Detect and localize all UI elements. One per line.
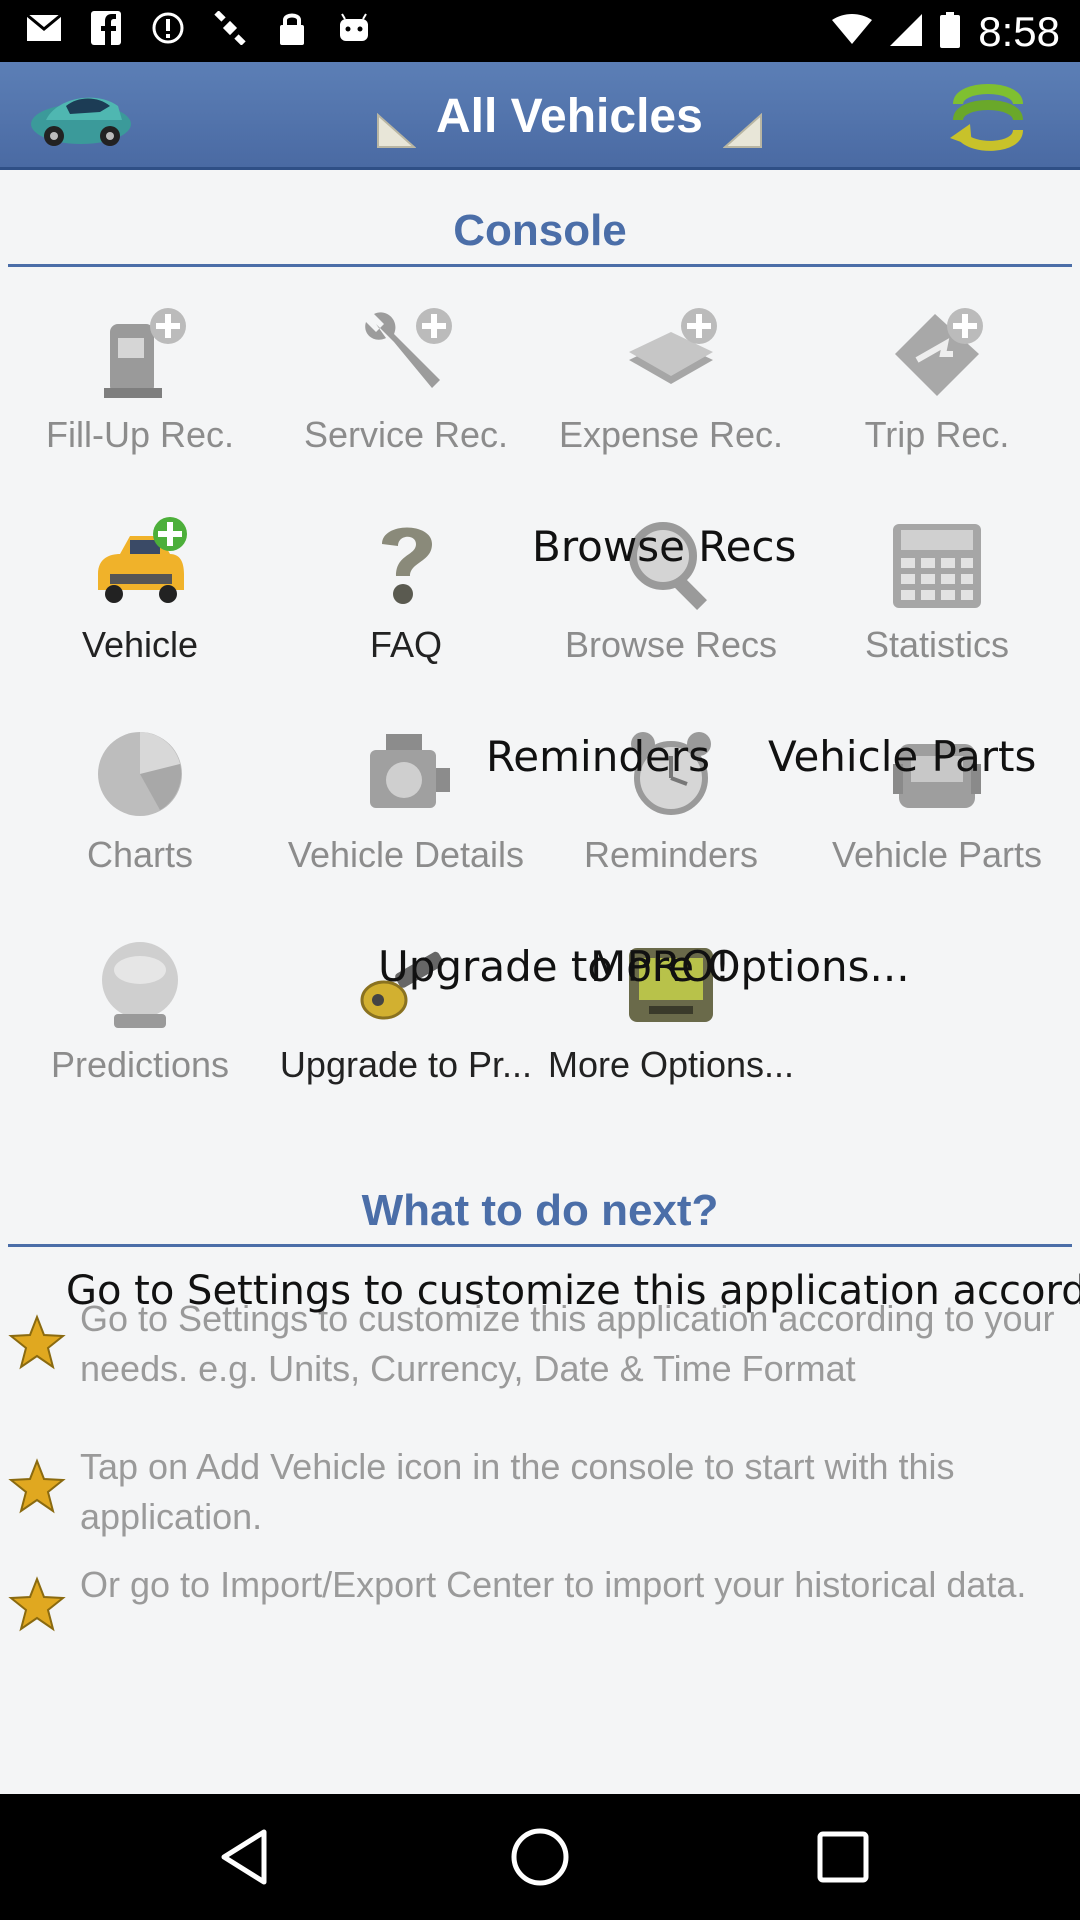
tile-service-rec[interactable]: Service Rec. [271, 290, 541, 490]
car-icon[interactable] [26, 76, 136, 156]
battery-icon [940, 11, 961, 53]
star-icon [8, 1458, 66, 1514]
trip-add-icon [895, 308, 983, 396]
mail-icon [26, 10, 62, 46]
tile-label: Vehicle Parts [831, 834, 1043, 875]
next-vehicle-icon[interactable] [722, 112, 763, 149]
tile-charts[interactable]: Charts [5, 710, 275, 910]
android-icon [336, 10, 372, 46]
back-icon[interactable] [212, 1824, 278, 1890]
settings-tip-tooltip: Go to Settings to customize this applica… [66, 1268, 1080, 1314]
console-title: Console [453, 206, 627, 255]
browse-recs-tooltip: Browse Recs [532, 522, 797, 571]
satellite-icon [212, 10, 248, 46]
star-icon [8, 1314, 66, 1370]
tile-predictions[interactable]: Predictions [5, 920, 275, 1120]
vehicle-parts-tooltip: Vehicle Parts [768, 732, 1037, 781]
tip-text: Or go to Import/Export Center to import … [80, 1564, 1027, 1605]
tile-label: FAQ [369, 624, 443, 665]
fuel-pump-add-icon [104, 308, 186, 398]
pie-chart-icon [98, 732, 182, 816]
tile-vehicle[interactable]: Vehicle [5, 500, 275, 700]
tile-expense-rec[interactable]: Expense Rec. [536, 290, 806, 490]
refresh-icon[interactable] [948, 74, 1028, 158]
tile-label: Statistics [864, 624, 1010, 665]
tip-text: Tap on Add Vehicle icon in the console t… [80, 1446, 955, 1537]
alert-icon [150, 10, 186, 46]
tile-trip-rec[interactable]: Trip Rec. [802, 290, 1072, 490]
engine-icon [370, 734, 450, 808]
tile-fill-up-rec[interactable]: Fill-Up Rec. [5, 290, 275, 490]
tile-label: Trip Rec. [864, 414, 1010, 455]
crystal-ball-icon [102, 942, 178, 1028]
vehicle-title: All Vehicles [436, 89, 703, 143]
app-bar: All Vehicles [0, 62, 1080, 170]
tile-label: Vehicle [81, 624, 199, 665]
tile-label: Vehicle Details [287, 834, 525, 875]
money-add-icon [629, 308, 717, 384]
navigation-bar [0, 1794, 1080, 1920]
prev-vehicle-icon[interactable] [376, 112, 417, 149]
console-divider [8, 264, 1072, 267]
status-icons [26, 10, 372, 46]
lock-icon [274, 10, 310, 46]
tile-label: Expense Rec. [558, 414, 784, 455]
tile-faq[interactable]: FAQ [271, 500, 541, 700]
more-options-tooltip: More Options... [590, 942, 910, 991]
reminders-tooltip: Reminders [486, 732, 710, 781]
tile-label: Fill-Up Rec. [45, 414, 234, 455]
next-divider [8, 1244, 1072, 1247]
vehicle-selector[interactable]: All Vehicles [376, 76, 763, 156]
signal-icon [890, 13, 923, 51]
facebook-icon [88, 10, 124, 46]
home-icon[interactable] [507, 1824, 573, 1890]
star-icon [8, 1576, 66, 1632]
next-title: What to do next? [361, 1186, 719, 1235]
status-bar: 8:58 [0, 0, 1080, 62]
wrench-add-icon [365, 308, 452, 388]
recents-icon[interactable] [810, 1824, 876, 1890]
vehicle-add-icon [98, 517, 187, 603]
clock: 8:58 [978, 8, 1060, 55]
tile-label: Browse Recs [564, 624, 778, 665]
tile-label: Predictions [50, 1044, 230, 1085]
tile-label: Charts [86, 834, 194, 875]
wifi-icon [832, 13, 873, 51]
question-icon [382, 527, 432, 604]
status-right: 8:58 [832, 8, 1060, 56]
tile-label: Upgrade to Pr... [279, 1044, 533, 1085]
tile-label: Reminders [583, 834, 759, 875]
tile-statistics[interactable]: Statistics [802, 500, 1072, 700]
tile-label: More Options... [547, 1044, 795, 1085]
tile-label: Service Rec. [303, 414, 509, 455]
calculator-icon [893, 524, 981, 608]
